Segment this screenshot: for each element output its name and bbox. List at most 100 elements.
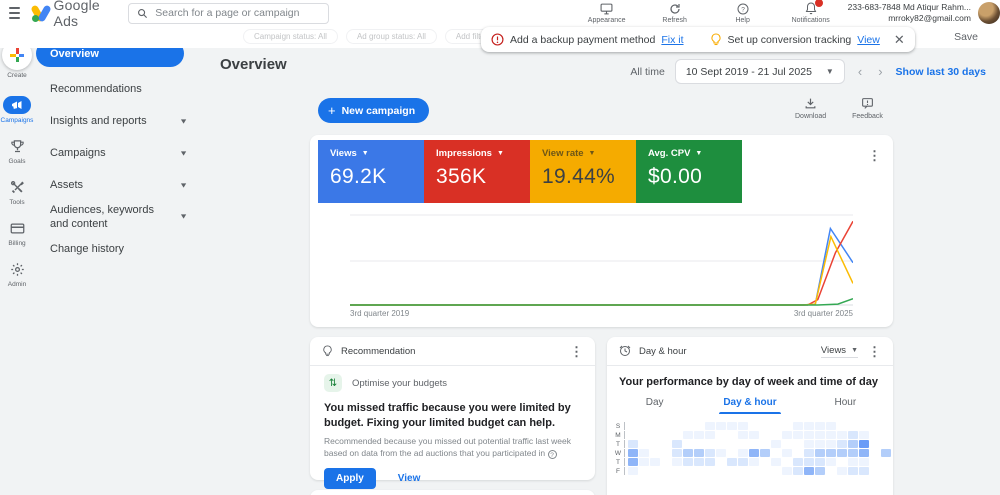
heatmap-cell[interactable]	[859, 449, 869, 457]
heatmap-cell[interactable]	[716, 449, 726, 457]
heatmap-cell[interactable]	[804, 431, 814, 439]
view-button[interactable]: View	[398, 473, 421, 484]
tab-day[interactable]: Day	[607, 397, 702, 414]
heatmap-cell[interactable]	[804, 458, 814, 466]
heatmap-cell[interactable]	[716, 422, 726, 430]
heatmap-cell[interactable]	[716, 467, 726, 475]
fix-it-link[interactable]: Fix it	[661, 34, 683, 46]
heatmap-cell[interactable]	[716, 440, 726, 448]
appearance-button[interactable]: Appearance	[584, 2, 630, 24]
heatmap-cell[interactable]	[683, 422, 693, 430]
heatmap-cell[interactable]	[826, 431, 836, 439]
sidebar-item-recommendations[interactable]: Recommendations	[34, 73, 202, 105]
heatmap-cell[interactable]	[727, 440, 737, 448]
heatmap-cell[interactable]	[870, 449, 880, 457]
heatmap-cell[interactable]	[870, 467, 880, 475]
heatmap-cell[interactable]	[683, 440, 693, 448]
heatmap-cell[interactable]	[694, 431, 704, 439]
heatmap-cell[interactable]	[815, 440, 825, 448]
heatmap-cell[interactable]	[815, 422, 825, 430]
heatmap-cell[interactable]	[738, 440, 748, 448]
heatmap-cell[interactable]	[881, 458, 891, 466]
heatmap-cell[interactable]	[837, 467, 847, 475]
heatmap-cell[interactable]	[815, 449, 825, 457]
sidebar-item-change-history[interactable]: Change history	[34, 233, 202, 265]
heatmap-cell[interactable]	[639, 431, 649, 439]
account-info[interactable]: 233-683-7848 Md Atiqur Rahm... mrroky82@…	[848, 2, 971, 23]
heatmap-cell[interactable]	[793, 431, 803, 439]
heatmap-cell[interactable]	[826, 458, 836, 466]
sidebar-item-audiences[interactable]: Audiences, keywords and content▼	[34, 201, 202, 233]
heatmap-cell[interactable]	[804, 422, 814, 430]
heatmap-cell[interactable]	[782, 458, 792, 466]
heatmap-cell[interactable]	[859, 422, 869, 430]
heatmap-cell[interactable]	[760, 431, 770, 439]
heatmap-cell[interactable]	[782, 440, 792, 448]
heatmap-cell[interactable]	[650, 467, 660, 475]
day-hour-menu-icon[interactable]: ⋮	[868, 345, 881, 358]
heatmap-cell[interactable]	[881, 467, 891, 475]
heatmap-cell[interactable]	[672, 458, 682, 466]
heatmap-cell[interactable]	[683, 458, 693, 466]
heatmap-cell[interactable]	[661, 467, 671, 475]
heatmap-cell[interactable]	[705, 449, 715, 457]
heatmap-cell[interactable]	[815, 431, 825, 439]
heatmap-cell[interactable]	[672, 422, 682, 430]
previous-period-icon[interactable]: ‹	[855, 64, 865, 79]
heatmap-cell[interactable]	[848, 467, 858, 475]
heatmap-cell[interactable]	[837, 449, 847, 457]
heatmap-cell[interactable]	[771, 458, 781, 466]
rail-item-tools[interactable]: Tools	[0, 177, 34, 206]
rail-item-campaigns[interactable]: Campaigns	[0, 95, 34, 124]
heatmap-cell[interactable]	[738, 467, 748, 475]
heatmap-cell[interactable]	[650, 431, 660, 439]
heatmap-cell[interactable]	[771, 440, 781, 448]
heatmap-cell[interactable]	[760, 467, 770, 475]
heatmap-cell[interactable]	[848, 422, 858, 430]
heatmap-cell[interactable]	[782, 449, 792, 457]
new-campaign-button[interactable]: + New campaign	[318, 98, 429, 123]
heatmap-cell[interactable]	[760, 422, 770, 430]
feedback-button[interactable]: Feedback	[852, 97, 883, 120]
help-circle-icon[interactable]: ?	[548, 450, 557, 459]
heatmap-cell[interactable]	[749, 431, 759, 439]
heatmap-cell[interactable]	[672, 431, 682, 439]
heatmap-cell[interactable]	[804, 467, 814, 475]
date-range-picker[interactable]: 10 Sept 2019 - 21 Jul 2025 ▼	[675, 59, 845, 84]
heatmap-cell[interactable]	[749, 467, 759, 475]
heatmap-cell[interactable]	[881, 431, 891, 439]
heatmap-cell[interactable]	[837, 440, 847, 448]
heatmap-cell[interactable]	[716, 458, 726, 466]
heatmap-cell[interactable]	[672, 440, 682, 448]
scorecard-avg-cpv[interactable]: Avg. CPV▼$0.00	[636, 140, 742, 203]
chip-campaign-status[interactable]: Campaign status: All	[243, 29, 338, 44]
heatmap-cell[interactable]	[760, 458, 770, 466]
heatmap-cell[interactable]	[826, 449, 836, 457]
heatmap-cell[interactable]	[804, 449, 814, 457]
heatmap-cell[interactable]	[771, 422, 781, 430]
heatmap-cell[interactable]	[749, 422, 759, 430]
heatmap-cell[interactable]	[826, 422, 836, 430]
heatmap-cell[interactable]	[727, 422, 737, 430]
sidebar-item-assets[interactable]: Assets▼	[34, 169, 202, 201]
heatmap-cell[interactable]	[628, 458, 638, 466]
heatmap-cell[interactable]	[705, 422, 715, 430]
avatar[interactable]	[978, 2, 1000, 24]
heatmap-cell[interactable]	[881, 449, 891, 457]
save-button[interactable]: Save	[954, 31, 978, 43]
heatmap-cell[interactable]	[771, 467, 781, 475]
heatmap-cell[interactable]	[848, 440, 858, 448]
heatmap-cell[interactable]	[738, 431, 748, 439]
heatmap-cell[interactable]	[694, 440, 704, 448]
heatmap-cell[interactable]	[727, 431, 737, 439]
heatmap-cell[interactable]	[826, 467, 836, 475]
heatmap-cell[interactable]	[837, 458, 847, 466]
heatmap-cell[interactable]	[815, 467, 825, 475]
heatmap-cell[interactable]	[804, 440, 814, 448]
heatmap-cell[interactable]	[870, 458, 880, 466]
heatmap-cell[interactable]	[628, 422, 638, 430]
chart-menu-icon[interactable]: ⋮	[868, 149, 881, 162]
heatmap-cell[interactable]	[661, 449, 671, 457]
recommendation-menu-icon[interactable]: ⋮	[570, 345, 583, 358]
chip-ad-group-status[interactable]: Ad group status: All	[346, 29, 437, 44]
